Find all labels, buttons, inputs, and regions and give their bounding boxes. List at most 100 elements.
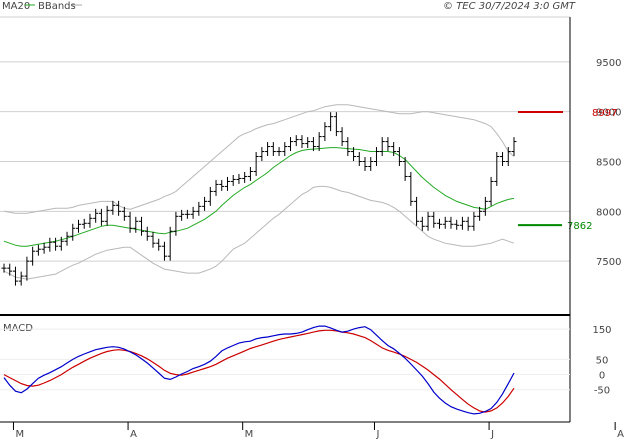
price-bar [293,135,299,147]
price-bar [253,152,259,176]
price-bar [270,142,276,157]
price-bar [259,147,265,162]
x-axis-label: A [130,429,137,440]
price-bar [156,238,162,251]
price-bar [150,231,156,248]
price-bar [471,211,477,231]
price-bars [1,112,517,286]
price-bar [196,201,202,216]
price-bar [207,186,213,206]
price-bar [454,219,460,230]
price-y-tick-label: 7500 [596,257,621,268]
macd-panel: MACD 150 50 0 -50 [0,323,612,415]
price-bar [133,216,139,233]
price-bar [345,137,351,157]
macd-y-tick-label: 50 [596,355,609,366]
price-bar [144,226,150,241]
price-bar [202,196,208,211]
price-bar [431,211,437,228]
price-bar [190,206,196,219]
price-y-tick-label: 8000 [596,207,621,218]
price-bar [379,137,385,157]
price-bar [41,242,47,254]
price-bar [224,176,230,191]
macd-y-tick-label: 0 [599,371,605,382]
price-bar [373,147,379,166]
price-bar [356,152,362,166]
legend-bbands: BBands [38,1,76,12]
price-grid [0,61,570,262]
price-bar [104,205,110,226]
price-bar [505,147,511,166]
price-bar [53,237,59,251]
price-y-tick-label: 9500 [596,58,621,69]
x-axis-label: M [245,429,254,440]
legend-ma20: MA20 [2,1,30,12]
price-bar [70,223,76,241]
price-bar [87,213,93,228]
price-bar [230,174,236,186]
price-bar [339,127,345,147]
price-bar [242,171,248,183]
support-level-label: 7862 [567,221,592,232]
price-bar [437,218,443,229]
price-bar [442,216,448,229]
price-panel: 95009000850080007500 89977862 [0,58,621,286]
macd-y-tick-label: 150 [592,325,611,336]
price-y-tick-label: 8500 [596,158,621,169]
price-bar [408,171,414,206]
price-bar [362,157,368,171]
price-bar [500,152,506,166]
price-bar [402,157,408,181]
price-bar [494,152,500,186]
price-bar [81,218,87,229]
price-bar [127,211,133,233]
price-bar [488,176,494,206]
price-bar [328,112,334,132]
price-bar [448,216,454,229]
price-bar [425,211,431,231]
price-bar [288,137,294,152]
price-bar [459,216,465,230]
macd-y-tick-label: -50 [594,386,610,397]
price-bar [511,137,517,157]
resistance-level-label: 8997 [592,108,617,119]
price-bar [276,147,282,157]
price-bar [299,135,305,149]
x-axis-label: J [490,429,494,440]
macd-title: MACD [3,323,33,334]
price-bar [173,211,179,236]
price-bar [265,142,271,157]
price-bar [47,237,53,252]
price-bar [368,157,374,171]
bollinger-upper-band [3,104,515,214]
price-bar [219,179,225,191]
x-axis-label: A [617,429,624,440]
price-bar [75,219,81,233]
price-bar [482,196,488,216]
price-bar [213,179,219,196]
price-bar [35,244,41,256]
price-bar [116,200,122,216]
macd-signal-line [3,329,515,413]
price-bar [282,142,288,157]
price-bar [7,263,13,276]
macd-y-axis: 150 50 0 -50 [0,325,612,397]
price-bar [385,137,391,152]
x-axis-label: M [15,429,24,440]
bollinger-lower-band [3,185,515,280]
price-bar [236,173,242,184]
price-bar [322,122,328,142]
price-bar [139,216,145,236]
price-bar [305,137,311,149]
price-y-axis: 95009000850080007500 [596,58,621,268]
price-bar [465,216,471,231]
price-bar [333,112,339,137]
price-bar [247,166,253,181]
price-bar [161,241,167,261]
price-bar [24,256,30,281]
price-bar [30,246,36,266]
macd-line [3,325,515,415]
price-bar [1,263,7,273]
stock-chart: MA20 BBands © TEC 30/7/2024 3:0 GMT 9500… [0,1,624,440]
